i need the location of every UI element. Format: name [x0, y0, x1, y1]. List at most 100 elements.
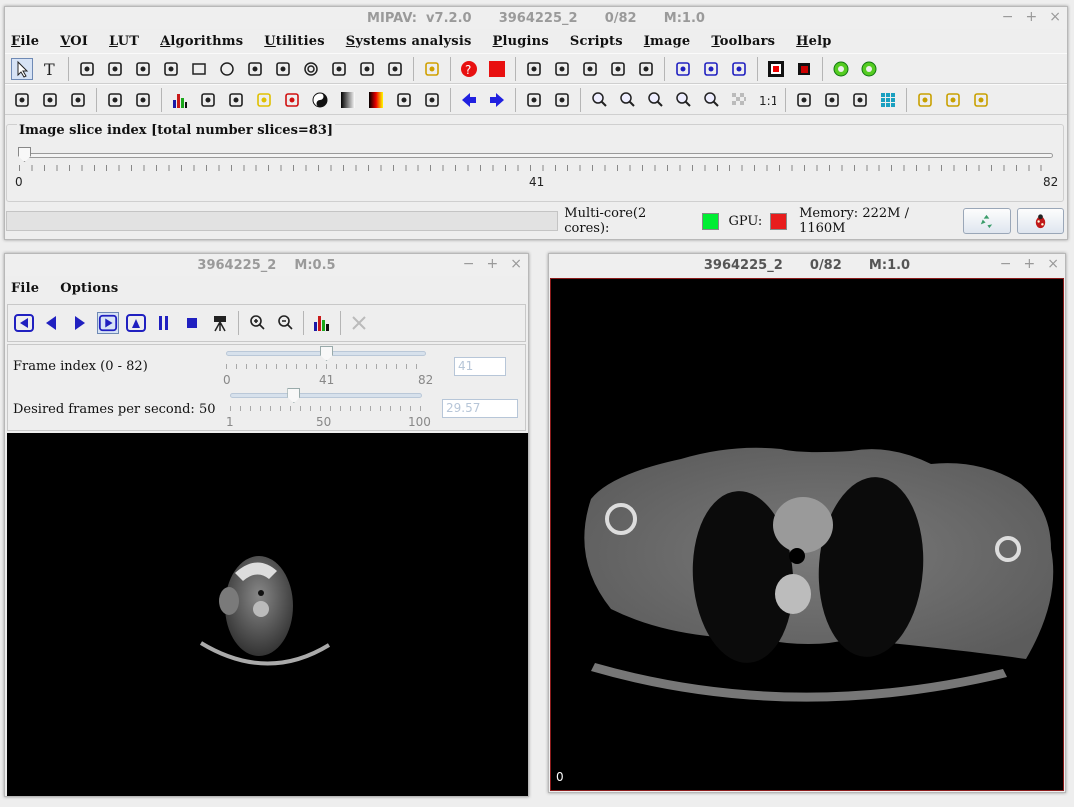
menu-item[interactable]: LUT	[109, 34, 139, 49]
propagate-forward-icon[interactable]	[728, 58, 750, 80]
brush-icon[interactable]	[384, 58, 406, 80]
green-ring2-icon[interactable]	[858, 58, 880, 80]
play-bounce-icon[interactable]	[125, 312, 147, 334]
pause-icon[interactable]	[153, 312, 175, 334]
zoom-fit-icon[interactable]	[644, 89, 666, 111]
copy-icon[interactable]	[607, 58, 629, 80]
zoom-region-icon[interactable]	[672, 89, 694, 111]
head-icon[interactable]	[821, 89, 843, 111]
menu-item[interactable]: File	[11, 34, 39, 49]
zoom-in-icon[interactable]	[588, 89, 610, 111]
menu-item[interactable]: Toolbars	[711, 34, 775, 49]
export-icon[interactable]	[104, 89, 126, 111]
window-level-icon[interactable]	[225, 89, 247, 111]
histogram-icon[interactable]	[169, 89, 191, 111]
redo-icon[interactable]	[551, 58, 573, 80]
color-box-icon[interactable]	[765, 58, 787, 80]
rewind-to-start-icon[interactable]	[13, 312, 35, 334]
color-small-icon[interactable]	[793, 58, 815, 80]
green-ring-icon[interactable]	[830, 58, 852, 80]
animate-menu-options[interactable]: Options	[60, 281, 118, 296]
rectangle-icon[interactable]	[188, 58, 210, 80]
protractor-icon[interactable]	[160, 58, 182, 80]
stop-icon[interactable]	[181, 312, 203, 334]
info-icon[interactable]	[793, 89, 815, 111]
minimize-icon[interactable]: −	[1002, 9, 1014, 25]
image-canvas[interactable]: 0	[550, 278, 1064, 791]
gray-gradient-icon[interactable]	[337, 89, 359, 111]
play-loop-icon[interactable]	[97, 312, 119, 334]
maximize-icon[interactable]: +	[1026, 9, 1038, 25]
ellipse-icon[interactable]	[216, 58, 238, 80]
arrow-right-icon[interactable]	[486, 89, 508, 111]
menu-item[interactable]: Plugins	[492, 34, 548, 49]
ct-icon[interactable]	[197, 89, 219, 111]
play-icon[interactable]	[69, 312, 91, 334]
open-lut-icon[interactable]	[393, 89, 415, 111]
undo-icon[interactable]	[523, 58, 545, 80]
close-icon[interactable]: ×	[1047, 256, 1059, 272]
menu-item[interactable]: Scripts	[570, 34, 623, 49]
cube-icon[interactable]	[356, 58, 378, 80]
microscope3-icon[interactable]	[970, 89, 992, 111]
propagate-both-icon[interactable]	[700, 58, 722, 80]
checker-icon[interactable]	[728, 89, 750, 111]
pointer-icon[interactable]	[11, 57, 33, 80]
segment-icon[interactable]	[76, 58, 98, 80]
zoom-mag-icon[interactable]	[700, 89, 722, 111]
paste-icon[interactable]	[635, 58, 657, 80]
animate-image-canvas[interactable]	[7, 433, 528, 796]
maximize-icon[interactable]: +	[1024, 256, 1036, 272]
zoom-out-icon[interactable]	[616, 89, 638, 111]
fps-slider-track[interactable]	[230, 393, 422, 398]
open-icon[interactable]	[11, 89, 33, 111]
menu-item[interactable]: Image	[644, 34, 691, 49]
close-icon[interactable]: ×	[1049, 9, 1061, 25]
tools-icon[interactable]	[523, 89, 545, 111]
red-square-icon[interactable]	[486, 58, 508, 80]
frame-slider-thumb[interactable]	[320, 346, 333, 361]
cut-icon[interactable]	[579, 58, 601, 80]
concentric-icon[interactable]	[300, 58, 322, 80]
fps-slider-thumb[interactable]	[287, 388, 301, 403]
menu-item[interactable]: Utilities	[264, 34, 325, 49]
minimize-icon[interactable]: −	[463, 256, 475, 272]
polygon-icon[interactable]	[244, 58, 266, 80]
one-to-one-icon[interactable]: 1:1	[756, 89, 778, 111]
minimize-icon[interactable]: −	[1000, 256, 1012, 272]
camera-icon[interactable]	[67, 89, 89, 111]
histogram-icon[interactable]	[311, 312, 333, 334]
slice-slider-thumb[interactable]	[18, 147, 31, 162]
slice-slider-track[interactable]	[19, 153, 1053, 158]
yellow-lut-icon[interactable]	[253, 89, 275, 111]
line-icon[interactable]	[132, 58, 154, 80]
microscope-icon[interactable]	[914, 89, 936, 111]
tripod-icon[interactable]	[209, 312, 231, 334]
menu-item[interactable]: Algorithms	[160, 34, 243, 49]
fps-value-field[interactable]: 29.57	[442, 399, 518, 418]
red-lut-icon[interactable]	[281, 89, 303, 111]
save-icon[interactable]	[39, 89, 61, 111]
polyline-icon[interactable]	[272, 58, 294, 80]
close-icon[interactable]: ×	[510, 256, 522, 272]
livewire-icon[interactable]	[328, 58, 350, 80]
animate-menu-file[interactable]: File	[11, 281, 39, 296]
arrow-left-icon[interactable]	[458, 89, 480, 111]
propagate-back-icon[interactable]	[672, 58, 694, 80]
save-lut-icon[interactable]	[421, 89, 443, 111]
tree-icon[interactable]	[132, 89, 154, 111]
menu-item[interactable]: Systems analysis	[346, 34, 472, 49]
hot-gradient-icon[interactable]	[365, 89, 387, 111]
frame-value-field[interactable]: 41	[454, 357, 506, 376]
menu-item[interactable]: Help	[796, 34, 831, 49]
text-icon[interactable]: T	[39, 58, 61, 80]
swap-icon[interactable]	[551, 89, 573, 111]
yin-yang-icon[interactable]	[309, 89, 331, 111]
quick-mask-icon[interactable]	[104, 58, 126, 80]
zoom-out-icon[interactable]	[274, 312, 296, 334]
skull-icon[interactable]	[849, 89, 871, 111]
menu-item[interactable]: VOI	[60, 34, 88, 49]
grid-icon[interactable]	[877, 89, 899, 111]
zoom-in-icon[interactable]	[246, 312, 268, 334]
garbage-collect-button[interactable]	[963, 208, 1011, 234]
